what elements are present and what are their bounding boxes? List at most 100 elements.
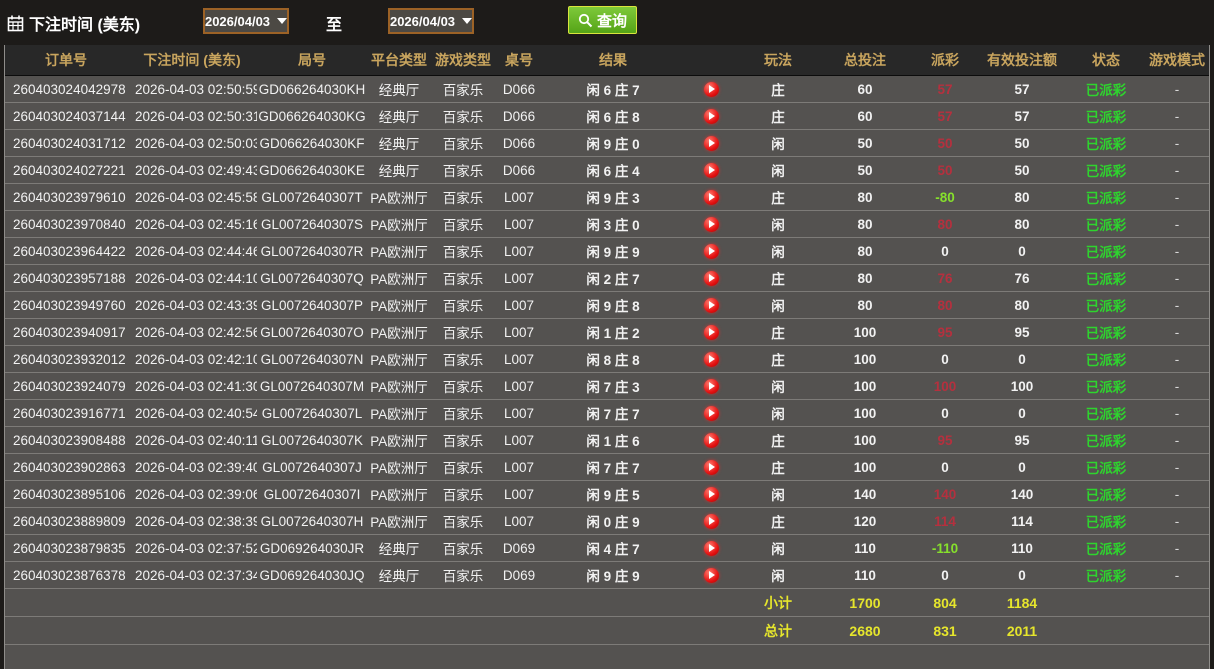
replay-video-icon[interactable]	[704, 460, 719, 475]
replay-video-icon[interactable]	[704, 82, 719, 97]
replay-video-icon[interactable]	[704, 514, 719, 529]
replay-cell	[683, 238, 739, 265]
col-result: 结果	[543, 45, 683, 76]
game-type-cell: 百家乐	[431, 481, 495, 508]
calendar-icon	[7, 15, 24, 32]
game-type-cell: 百家乐	[431, 103, 495, 130]
round-id-cell: GL0072640307T	[257, 184, 367, 211]
round-id-cell: GL0072640307M	[257, 373, 367, 400]
valid-bet-cell: 114	[977, 508, 1067, 535]
status-cell: 已派彩	[1067, 373, 1145, 400]
replay-cell	[683, 508, 739, 535]
platform-cell: 经典厅	[367, 535, 431, 562]
order-id-cell: 260403023879835	[5, 535, 127, 562]
payout-cell: 80	[913, 211, 977, 238]
replay-video-icon[interactable]	[704, 541, 719, 556]
replay-video-icon[interactable]	[704, 244, 719, 259]
bet-time-filter-label: 下注时间 (美东)	[7, 11, 140, 35]
bet-time-cell: 2026-04-03 02:42:10	[127, 346, 257, 373]
replay-video-icon[interactable]	[704, 190, 719, 205]
table-row: 260403023895106 2026-04-03 02:39:06 GL00…	[5, 481, 1209, 508]
round-id-cell: GL0072640307L	[257, 400, 367, 427]
platform-cell: PA欧洲厅	[367, 292, 431, 319]
play-type-cell: 闲	[739, 157, 817, 184]
table-row: 260403024037144 2026-04-03 02:50:31 GD06…	[5, 103, 1209, 130]
valid-bet-cell: 57	[977, 76, 1067, 103]
replay-video-icon[interactable]	[704, 163, 719, 178]
result-cell: 闲 1 庄 2	[543, 319, 683, 346]
round-id-cell: GL0072640307H	[257, 508, 367, 535]
status-cell: 已派彩	[1067, 103, 1145, 130]
order-id-cell: 260403023957188	[5, 265, 127, 292]
replay-cell	[683, 346, 739, 373]
platform-cell: PA欧洲厅	[367, 346, 431, 373]
platform-cell: PA欧洲厅	[367, 481, 431, 508]
to-label: 至	[326, 11, 342, 35]
replay-cell	[683, 184, 739, 211]
platform-cell: 经典厅	[367, 562, 431, 589]
replay-video-icon[interactable]	[704, 109, 719, 124]
result-cell: 闲 7 庄 3	[543, 373, 683, 400]
replay-video-icon[interactable]	[704, 433, 719, 448]
payout-cell: 76	[913, 265, 977, 292]
total-bet-cell: 60	[817, 76, 913, 103]
replay-video-icon[interactable]	[704, 217, 719, 232]
replay-video-icon[interactable]	[704, 379, 719, 394]
replay-video-icon[interactable]	[704, 406, 719, 421]
game-type-cell: 百家乐	[431, 319, 495, 346]
payout-cell: 0	[913, 400, 977, 427]
game-mode-cell: -	[1145, 508, 1209, 535]
replay-video-icon[interactable]	[704, 271, 719, 286]
table-no-cell: L007	[495, 454, 543, 481]
replay-video-icon[interactable]	[704, 568, 719, 583]
total-bet-cell: 80	[817, 211, 913, 238]
replay-video-icon[interactable]	[704, 325, 719, 340]
total-bet-cell: 50	[817, 130, 913, 157]
play-type-cell: 闲	[739, 130, 817, 157]
table-row: 260403023964422 2026-04-03 02:44:46 GL00…	[5, 238, 1209, 265]
game-type-cell: 百家乐	[431, 562, 495, 589]
result-cell: 闲 3 庄 0	[543, 211, 683, 238]
date-from-select[interactable]: 2026/04/03	[203, 8, 289, 34]
platform-cell: PA欧洲厅	[367, 373, 431, 400]
bet-time-cell: 2026-04-03 02:40:11	[127, 427, 257, 454]
bet-time-cell: 2026-04-03 02:49:43	[127, 157, 257, 184]
payout-cell: 50	[913, 130, 977, 157]
result-cell: 闲 7 庄 7	[543, 400, 683, 427]
table-row: 260403023957188 2026-04-03 02:44:10 GL00…	[5, 265, 1209, 292]
table-no-cell: L007	[495, 238, 543, 265]
bet-time-cell: 2026-04-03 02:45:58	[127, 184, 257, 211]
replay-cell	[683, 562, 739, 589]
payout-cell: 0	[913, 238, 977, 265]
table-no-cell: L007	[495, 292, 543, 319]
round-id-cell: GL0072640307K	[257, 427, 367, 454]
game-mode-cell: -	[1145, 211, 1209, 238]
round-id-cell: GD066264030KF	[257, 130, 367, 157]
total-bet-cell: 80	[817, 292, 913, 319]
replay-video-icon[interactable]	[704, 136, 719, 151]
payout-cell: -80	[913, 184, 977, 211]
table-row: 260403023932012 2026-04-03 02:42:10 GL00…	[5, 346, 1209, 373]
replay-video-icon[interactable]	[704, 298, 719, 313]
game-type-cell: 百家乐	[431, 292, 495, 319]
game-mode-cell: -	[1145, 400, 1209, 427]
col-bet-time: 下注时间 (美东)	[127, 45, 257, 76]
bet-time-cell: 2026-04-03 02:42:56	[127, 319, 257, 346]
query-button[interactable]: 查询	[568, 6, 637, 34]
result-cell: 闲 9 庄 3	[543, 184, 683, 211]
col-play-type: 玩法	[739, 45, 817, 76]
replay-video-icon[interactable]	[704, 352, 719, 367]
date-to-select[interactable]: 2026/04/03	[388, 8, 474, 34]
result-cell: 闲 9 庄 0	[543, 130, 683, 157]
game-type-cell: 百家乐	[431, 238, 495, 265]
play-type-cell: 庄	[739, 427, 817, 454]
order-id-cell: 260403024042978	[5, 76, 127, 103]
play-type-cell: 庄	[739, 346, 817, 373]
table-no-cell: L007	[495, 427, 543, 454]
platform-cell: PA欧洲厅	[367, 319, 431, 346]
bet-time-cell: 2026-04-03 02:50:59	[127, 76, 257, 103]
replay-cell	[683, 373, 739, 400]
order-id-cell: 260403023970840	[5, 211, 127, 238]
game-type-cell: 百家乐	[431, 130, 495, 157]
replay-video-icon[interactable]	[704, 487, 719, 502]
